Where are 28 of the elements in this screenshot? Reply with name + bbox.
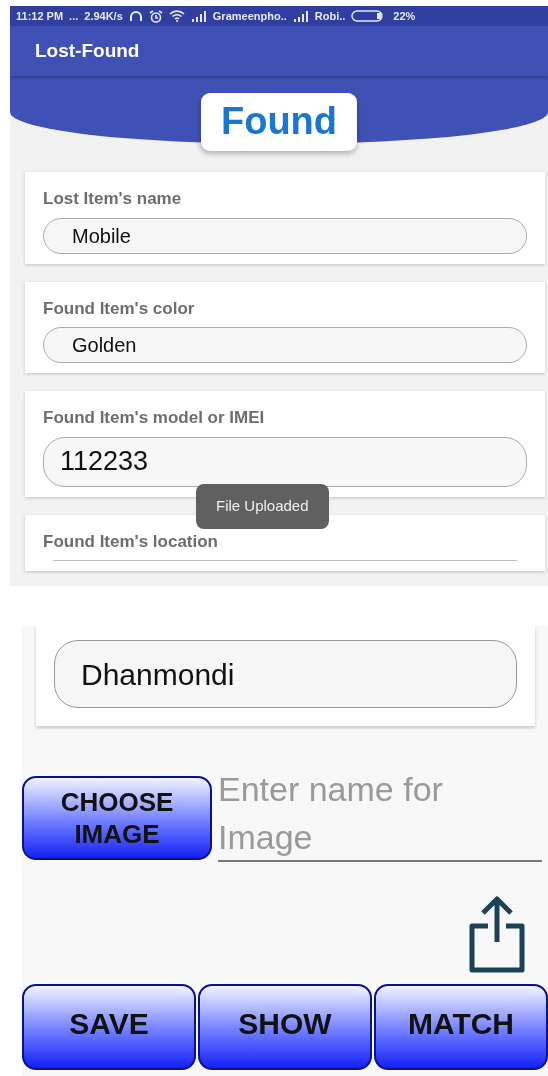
field-label: Found Item's color <box>43 297 196 320</box>
text-field[interactable]: 112233 <box>43 436 527 487</box>
action-button[interactable]: MATCH <box>374 984 548 1070</box>
text-field[interactable]: Golden <box>43 327 527 363</box>
image-name-field[interactable]: Enter name for Image <box>218 766 542 862</box>
alarm-icon <box>148 9 163 23</box>
choose-image-button[interactable]: CHOOSE IMAGE <box>22 776 212 860</box>
network-speed: 2.94K/s <box>84 8 123 24</box>
share-icon[interactable] <box>468 896 526 974</box>
wifi-icon <box>168 10 185 22</box>
action-button[interactable]: SHOW <box>198 984 372 1070</box>
carrier-name: Grameenpho.. <box>212 8 287 24</box>
carrier-name: Robi.. <box>314 8 346 24</box>
toast-message: File Uploaded <box>196 484 329 529</box>
field-label: Found Item's model or IMEI <box>43 407 266 429</box>
heading-card: Found <box>200 93 358 151</box>
field-label: Found Item's location <box>43 530 219 553</box>
app-bar-title: Lost-Found <box>10 26 548 76</box>
signal-icon <box>292 10 309 22</box>
signal-icon <box>190 10 207 22</box>
status-dots: ... <box>69 8 79 24</box>
status-time: 11:12 PM <box>16 8 64 24</box>
field-label: Lost Item's name <box>43 188 183 210</box>
battery-percent: 22% <box>393 8 416 24</box>
action-button[interactable]: SAVE <box>22 984 196 1070</box>
headphones-icon <box>128 10 143 22</box>
text-field[interactable]: Mobile <box>43 217 527 254</box>
location-field[interactable]: Dhanmondi <box>54 640 517 708</box>
